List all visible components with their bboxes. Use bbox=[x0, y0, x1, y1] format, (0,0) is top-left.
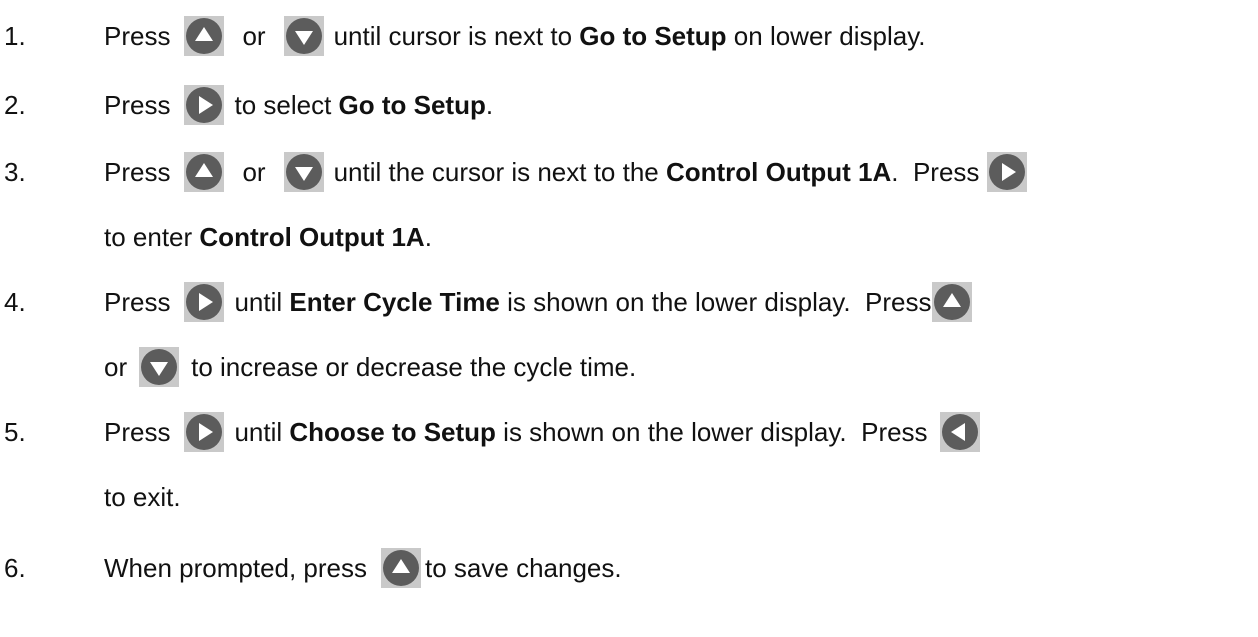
up-arrow-icon bbox=[184, 152, 225, 192]
step-2-press: Press bbox=[104, 89, 171, 120]
left-arrow-icon bbox=[939, 412, 980, 452]
step-1: Press or until cursor is next to Go to S… bbox=[104, 13, 926, 59]
step-4-line2-or: or bbox=[104, 351, 128, 382]
step-1-text-b: on lower display. bbox=[726, 20, 926, 51]
step-3-number: 3. bbox=[4, 156, 26, 187]
step-3-line2-a: to enter bbox=[104, 221, 200, 252]
step-5: Press until Choose to Setup is shown on … bbox=[104, 409, 980, 455]
step-5-press: Press bbox=[104, 416, 171, 447]
down-arrow-icon bbox=[283, 16, 324, 56]
step-3-or: or bbox=[242, 156, 266, 187]
step-2-number: 2. bbox=[4, 89, 26, 120]
step-3-line2-bold: Control Output 1A bbox=[199, 221, 425, 252]
step-5-text-a: until bbox=[234, 416, 290, 447]
step-2-text-b: . bbox=[485, 89, 494, 120]
step-4: Press until Enter Cycle Time is shown on… bbox=[104, 279, 972, 325]
step-4-bold-a: Enter Cycle Time bbox=[289, 286, 500, 317]
up-arrow-icon bbox=[184, 16, 225, 56]
step-6-number: 6. bbox=[4, 552, 26, 583]
step-2-text-a: to select bbox=[234, 89, 339, 120]
step-4-continued: or to increase or decrease the cycle tim… bbox=[104, 344, 636, 390]
step-3: Press or until the cursor is next to the… bbox=[104, 149, 1028, 195]
down-arrow-icon bbox=[283, 152, 324, 192]
step-4-number: 4. bbox=[4, 286, 26, 317]
step-6: When prompted, press to save changes. bbox=[104, 545, 622, 591]
step-1-press: Press bbox=[104, 20, 171, 51]
step-5-line2-a: to exit. bbox=[104, 481, 181, 512]
step-3-text-a: until the cursor is next to the bbox=[333, 156, 666, 187]
step-3-line2-b: . bbox=[424, 221, 432, 252]
step-1-text-a: until cursor is next to bbox=[333, 20, 580, 51]
step-1-number: 1. bbox=[4, 20, 26, 51]
step-1-bold-a: Go to Setup bbox=[579, 20, 727, 51]
step-5-text-b: is shown on the lower display. Press bbox=[495, 416, 928, 447]
step-3-continued: to enter Control Output 1A . bbox=[104, 214, 432, 260]
right-arrow-icon bbox=[184, 412, 225, 452]
step-4-text-b: is shown on the lower display. Press bbox=[499, 286, 932, 317]
step-5-number: 5. bbox=[4, 416, 26, 447]
step-4-line2-a: to increase or decrease the cycle time. bbox=[191, 351, 637, 382]
step-1-or: or bbox=[242, 20, 266, 51]
up-arrow-icon bbox=[931, 282, 972, 322]
step-2-bold-a: Go to Setup bbox=[338, 89, 486, 120]
step-5-continued: to exit. bbox=[104, 474, 181, 520]
step-3-bold-a: Control Output 1A bbox=[665, 156, 892, 187]
right-arrow-icon bbox=[184, 85, 225, 125]
step-3-press: Press bbox=[104, 156, 171, 187]
right-arrow-icon bbox=[987, 152, 1028, 192]
down-arrow-icon bbox=[139, 347, 180, 387]
step-6-text-a: to save changes. bbox=[425, 552, 622, 583]
step-4-text-a: until bbox=[234, 286, 290, 317]
step-3-text-b: . Press bbox=[891, 156, 980, 187]
step-6-press: When prompted, press bbox=[104, 552, 368, 583]
step-4-press: Press bbox=[104, 286, 171, 317]
step-2: Press to select Go to Setup . bbox=[104, 82, 493, 128]
up-arrow-icon bbox=[381, 548, 422, 588]
step-5-bold-a: Choose to Setup bbox=[289, 416, 496, 447]
right-arrow-icon bbox=[184, 282, 225, 322]
